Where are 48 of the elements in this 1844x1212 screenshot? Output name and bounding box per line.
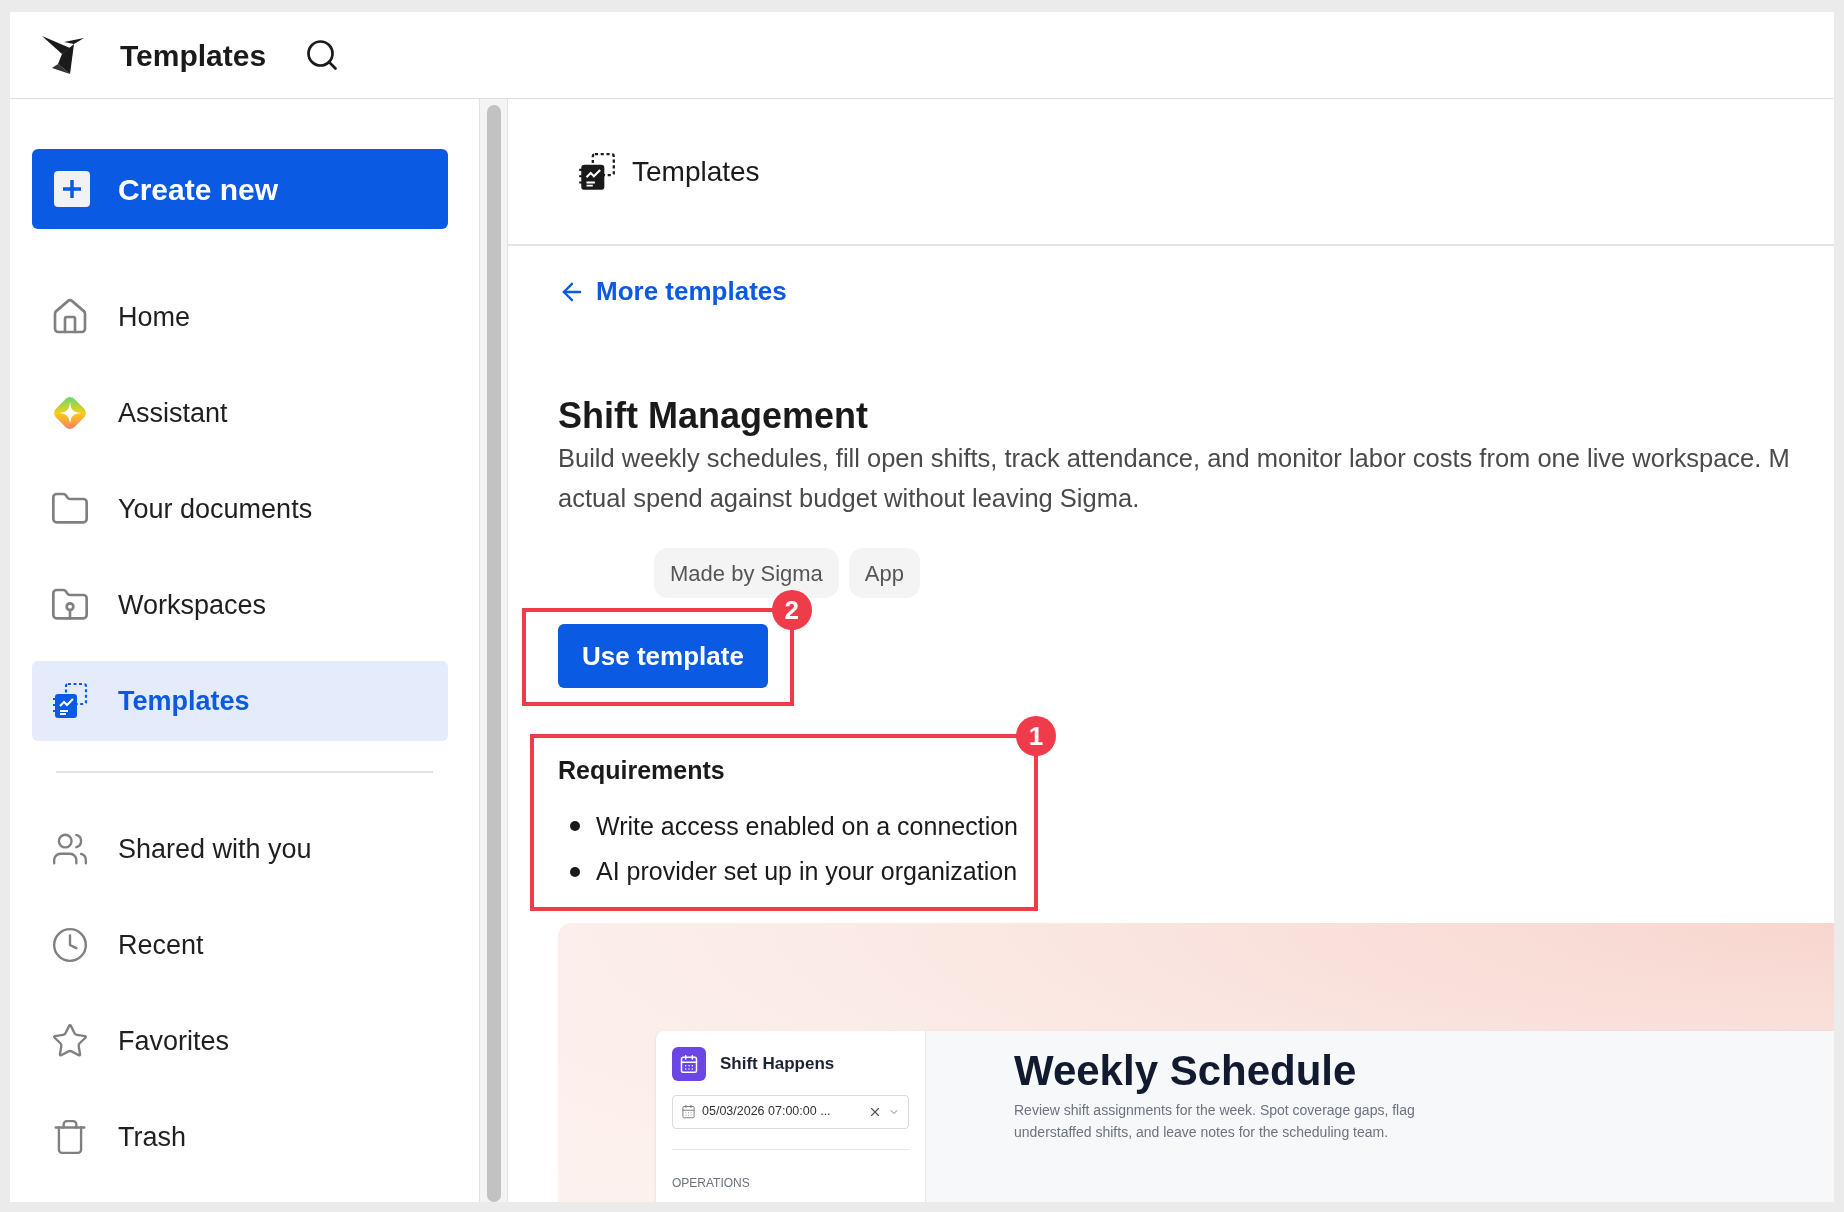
use-template-button[interactable]: Use template — [558, 624, 768, 688]
bullet-icon — [570, 866, 580, 877]
star-icon — [51, 1022, 89, 1060]
sidebar-item[interactable]: Shared with you — [32, 809, 448, 889]
more-templates-link[interactable]: More templates — [558, 272, 787, 311]
scrollbar[interactable] — [486, 105, 501, 1202]
date-filter-field[interactable]: 05/03/2026 07:00:00 ... — [672, 1094, 909, 1129]
sidebar-item[interactable]: Recent — [32, 905, 448, 985]
sidebar-item-label: Shared with you — [118, 832, 312, 866]
preview-app-name: Shift Happens — [720, 1052, 835, 1075]
sidebar-item[interactable]: Favorites — [32, 1001, 448, 1081]
requirements-heading: Requirements — [558, 755, 726, 786]
templates-icon — [50, 681, 90, 721]
tag: App — [848, 548, 920, 598]
sidebar-item-label: Assistant — [118, 396, 228, 430]
sidebar-item-label: Templates — [118, 684, 250, 718]
sidebar-item[interactable]: Trash — [32, 1097, 448, 1177]
requirement-item: AI provider set up in your organization — [596, 856, 1018, 887]
sidebar-item[interactable]: Home — [32, 277, 448, 357]
template-title: Shift Management — [558, 394, 870, 438]
page-title: Templates — [632, 154, 760, 189]
template-description: actual spend against budget without leaving Sigma. — [558, 483, 1141, 514]
sidebar-item-label: Favorites — [118, 1024, 230, 1058]
sidebar-item[interactable]: Templates — [32, 661, 448, 741]
clock-icon — [51, 926, 89, 964]
preview-section-label: OPERATIONS — [672, 1174, 751, 1192]
annotation-badge: 2 — [771, 590, 812, 630]
calendar-app-icon — [672, 1046, 706, 1081]
create-new-button[interactable]: Create new — [32, 149, 448, 229]
sidebar-item-label: Workspaces — [118, 588, 267, 622]
sidebar-item[interactable]: Your documents — [32, 469, 448, 549]
preview-description: Review shift assignments for the week. Spot coverage gaps, flag understaffed shifts, and leave notes for the scheduling team. — [1014, 1101, 1416, 1142]
plus-icon — [54, 171, 90, 207]
preview-heading: Weekly Schedule — [1014, 1045, 1358, 1096]
app-title: Templates — [120, 37, 267, 74]
annotation-badge: 1 — [1016, 716, 1057, 756]
bullet-icon — [570, 821, 580, 832]
sidebar-item-label: Home — [118, 300, 191, 334]
template-description: Build weekly schedules, fill open shifts, track attendance, and monitor labor costs from one live workspace. M — [558, 443, 1791, 474]
sidebar-item[interactable]: Workspaces — [32, 565, 448, 645]
templates-icon — [576, 150, 618, 193]
sidebar-item-label: Recent — [118, 928, 204, 962]
sidebar-item-label: Trash — [118, 1120, 186, 1154]
requirement-item: Write access enabled on a connection — [596, 810, 1019, 842]
sidebar-item[interactable]: Assistant — [32, 373, 448, 453]
tag: Made by Sigma — [654, 548, 839, 598]
sidebar-item-label: Your documents — [118, 492, 313, 526]
calendar-icon — [681, 1104, 696, 1119]
